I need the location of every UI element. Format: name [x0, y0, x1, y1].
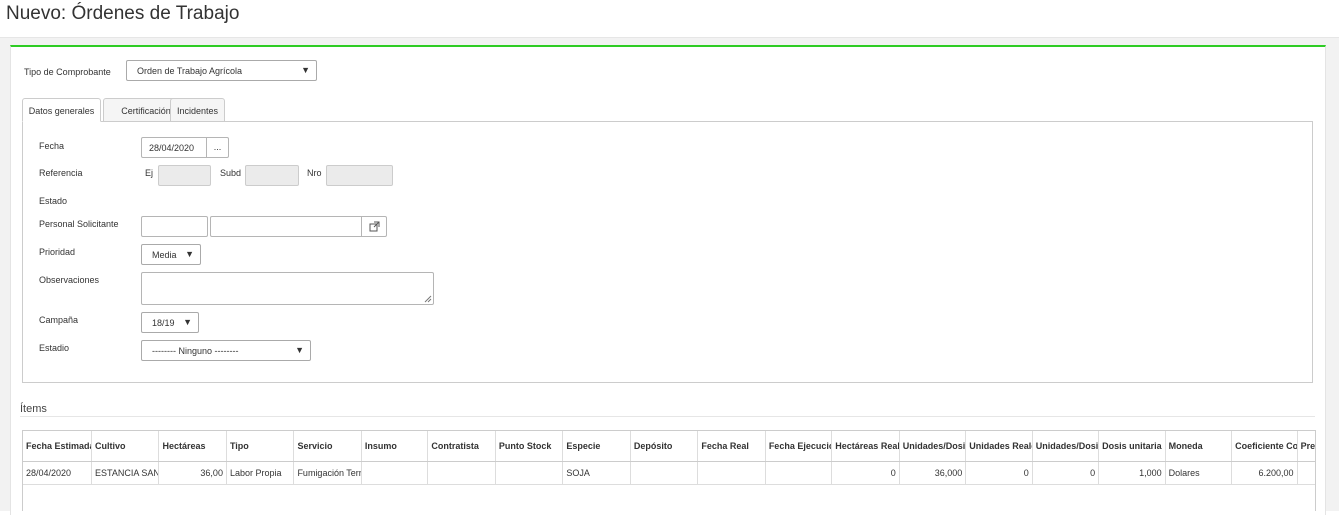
items-table: Fecha Estimada Cultivo Hectáreas Tipo Se… [23, 431, 1315, 485]
col-header[interactable]: Fecha Estimada [23, 431, 92, 462]
personal-code-input[interactable] [141, 216, 208, 237]
caret-down-icon: ▼ [183, 317, 192, 327]
table-cell[interactable]: 28/04/2020 [23, 461, 92, 485]
col-header[interactable]: Servicio [293, 431, 362, 462]
table-cell[interactable]: 36,00 [158, 461, 227, 485]
comprobante-label: Tipo de Comprobante [24, 67, 111, 77]
col-header[interactable]: Punto Stock [495, 431, 564, 462]
col-header[interactable]: Cultivo [91, 431, 160, 462]
table-cell[interactable]: Labor Propia [226, 461, 295, 485]
table-cell[interactable] [630, 461, 699, 485]
table-cell[interactable]: 1,000 [1098, 461, 1166, 485]
ej-label: Ej [145, 168, 154, 178]
estadio-label: Estadio [39, 343, 70, 353]
page-title: Nuevo: Órdenes de Trabajo [6, 3, 240, 24]
col-header[interactable]: Depósito [630, 431, 699, 462]
date-picker-button[interactable]: ... [206, 137, 229, 158]
col-header[interactable]: Unidades/Dosis [1032, 431, 1100, 462]
col-header[interactable]: Hectáreas [158, 431, 227, 462]
observaciones-label: Observaciones [39, 275, 100, 285]
table-cell[interactable]: 6.200,00 [1231, 461, 1298, 485]
tab-incidentes[interactable]: Incidentes [170, 98, 225, 122]
caret-down-icon: ▼ [185, 249, 194, 259]
items-header-row: Fecha Estimada Cultivo Hectáreas Tipo Se… [23, 431, 1315, 462]
table-cell[interactable]: 0 [965, 461, 1033, 485]
table-row[interactable]: 28/04/2020 ESTANCIA SANTA 36,00 Labor Pr… [23, 461, 1315, 485]
nro-field [326, 165, 393, 186]
items-grid: Fecha Estimada Cultivo Hectáreas Tipo Se… [22, 430, 1316, 511]
estadio-select[interactable]: -------- Ninguno -------- ▼ [141, 340, 311, 361]
subd-field [245, 165, 299, 186]
fecha-input[interactable]: 28/04/2020 [141, 137, 208, 158]
table-cell[interactable] [495, 461, 564, 485]
comprobante-select[interactable]: Orden de Trabajo Agrícola ▼ [126, 60, 317, 81]
col-header[interactable]: Moneda [1165, 431, 1233, 462]
campana-select[interactable]: 18/19 ▼ [141, 312, 199, 333]
caret-down-icon: ▼ [295, 345, 304, 355]
table-cell[interactable]: Fumigación Terrestre [293, 461, 362, 485]
fecha-label: Fecha [39, 141, 65, 151]
ej-field [158, 165, 211, 186]
external-link-icon [369, 221, 379, 232]
col-header[interactable]: Fecha Ejecución [765, 431, 833, 462]
table-cell[interactable]: ESTANCIA SANTA [91, 461, 160, 485]
items-section-title: Ítems [20, 403, 47, 415]
tab-datos-generales[interactable]: Datos generales [22, 98, 101, 122]
page-header: Nuevo: Órdenes de Trabajo [0, 0, 1339, 38]
col-header[interactable]: Fecha Real [697, 431, 766, 462]
col-header[interactable]: Insumo [361, 431, 429, 462]
open-external-button[interactable] [361, 216, 387, 237]
nro-label: Nro [307, 168, 322, 178]
estado-label: Estado [39, 196, 68, 206]
campana-value: 18/19 [152, 318, 175, 328]
prioridad-label: Prioridad [39, 247, 76, 257]
subd-label: Subd [220, 168, 242, 178]
table-cell[interactable] [1297, 461, 1315, 485]
col-header[interactable]: Hectáreas Reales [831, 431, 900, 462]
table-cell[interactable]: 0 [1032, 461, 1100, 485]
section-divider [20, 416, 1315, 417]
caret-down-icon: ▼ [301, 65, 310, 75]
referencia-label: Referencia [39, 168, 83, 178]
estadio-value: -------- Ninguno -------- [152, 346, 239, 356]
col-header[interactable]: Tipo [226, 431, 295, 462]
col-header[interactable]: Contratista [427, 431, 496, 462]
col-header[interactable]: Unidades Reales [965, 431, 1033, 462]
table-cell[interactable]: 0 [831, 461, 900, 485]
resize-grip-icon[interactable] [424, 295, 432, 303]
table-cell[interactable]: Dolares [1165, 461, 1233, 485]
prioridad-select[interactable]: Media ▼ [141, 244, 201, 265]
personal-label: Personal Solicitante [39, 219, 119, 229]
prioridad-value: Media [152, 250, 177, 260]
col-header[interactable]: Unidades/Dosis [899, 431, 967, 462]
table-cell[interactable]: 36,000 [899, 461, 967, 485]
table-cell[interactable] [361, 461, 429, 485]
col-header[interactable]: Dosis unitaria [1098, 431, 1166, 462]
table-cell[interactable] [697, 461, 766, 485]
campana-label: Campaña [39, 315, 79, 325]
col-header[interactable]: Precio [1297, 431, 1315, 462]
observaciones-textarea[interactable] [141, 272, 434, 305]
personal-name-input[interactable] [210, 216, 363, 237]
col-header[interactable]: Coeficiente Cotización [1231, 431, 1298, 462]
col-header[interactable]: Especie [562, 431, 631, 462]
table-cell[interactable] [427, 461, 496, 485]
comprobante-value: Orden de Trabajo Agrícola [137, 66, 243, 76]
table-cell[interactable]: SOJA [562, 461, 631, 485]
table-cell[interactable] [765, 461, 833, 485]
